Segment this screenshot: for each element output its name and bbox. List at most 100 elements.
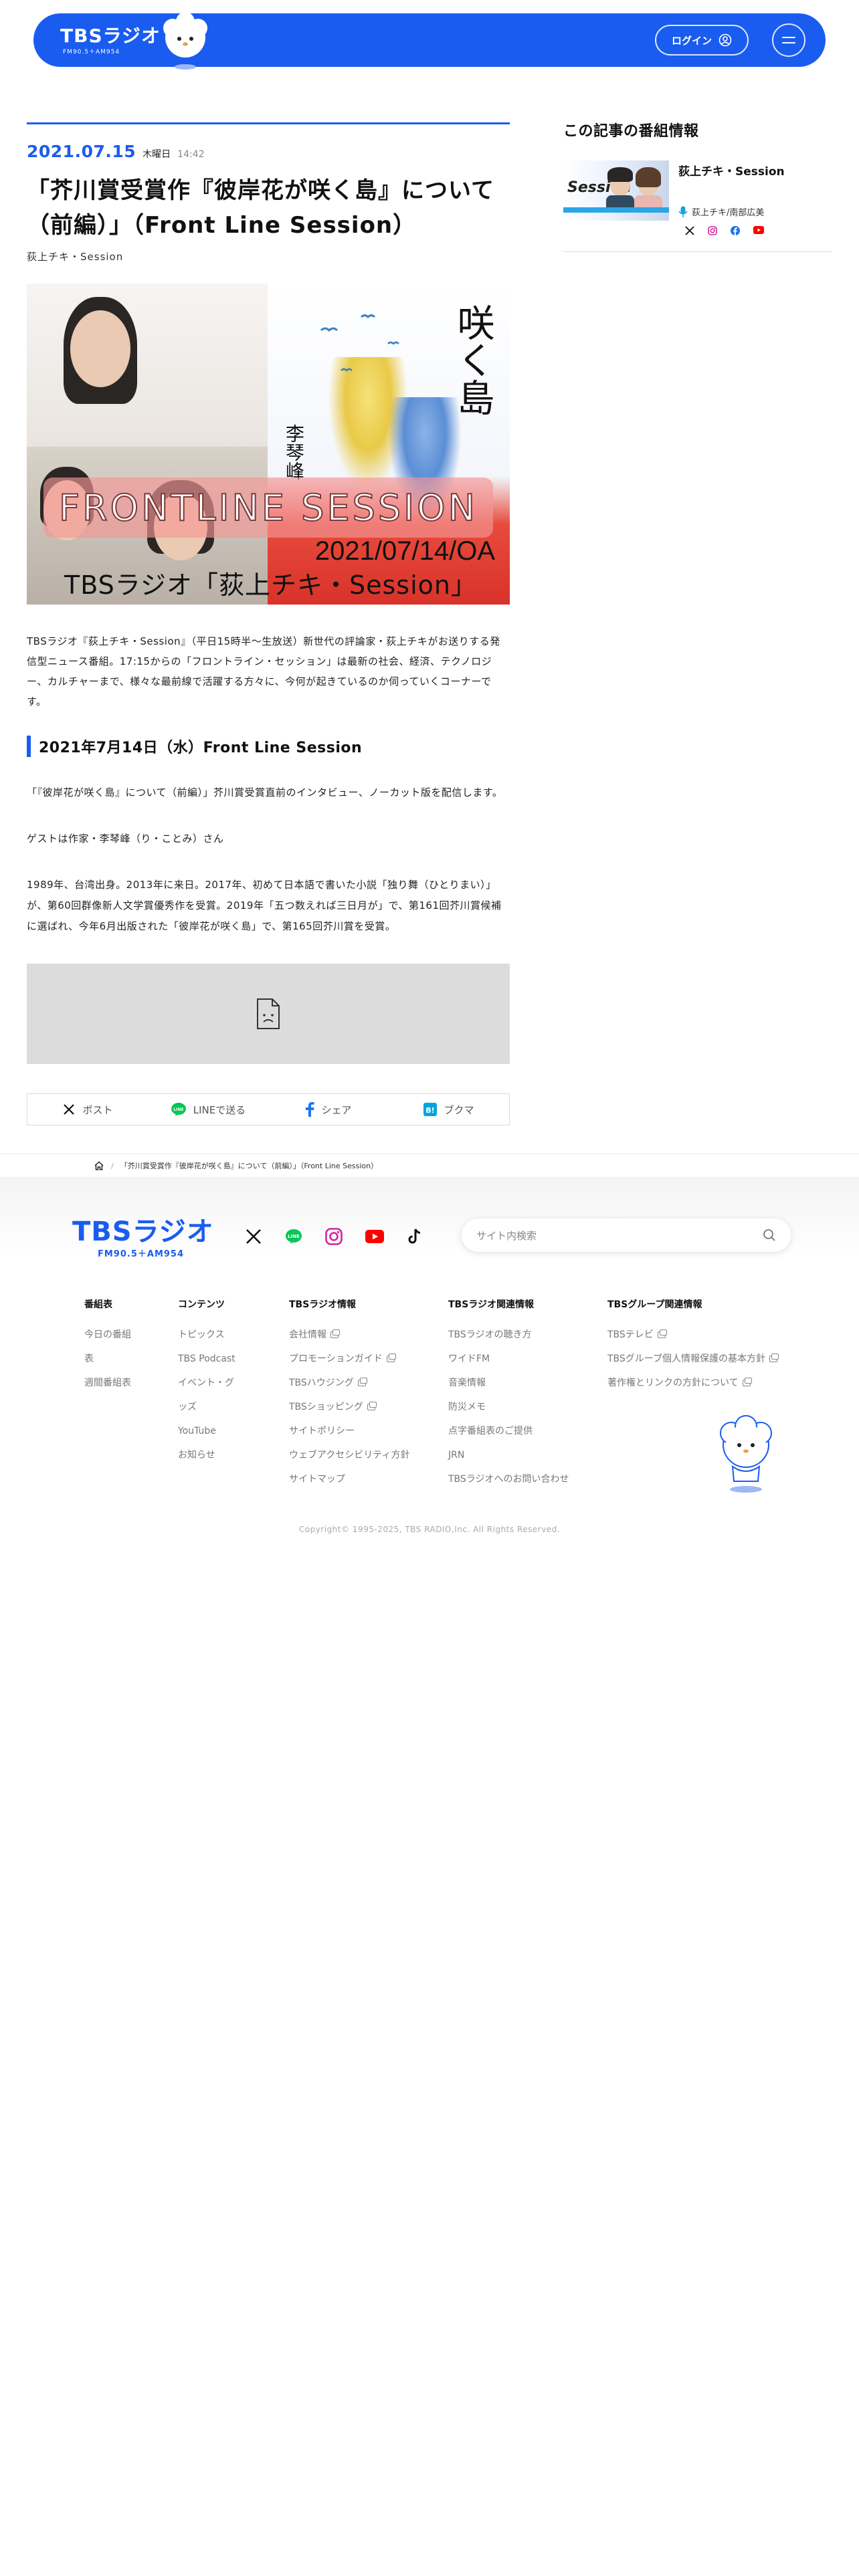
svg-text:B!: B! xyxy=(426,1106,435,1115)
sidebar: この記事の番組情報 Session 荻上チキ・Session 荻上チキ/南部広美 xyxy=(563,119,832,252)
footer-link[interactable]: お知らせ xyxy=(178,1443,240,1467)
footer-link[interactable]: 点字番組表のご提供 xyxy=(448,1419,607,1443)
site-footer: TBSラジオ FM90.5＋AM954 LINE サイト内検索 番組表 今日の番… xyxy=(0,1177,859,1551)
external-link-icon xyxy=(742,1378,752,1386)
article-paragraph: ゲストは作家・李琴峰（り・ことみ）さん xyxy=(27,833,224,845)
sidebar-divider xyxy=(563,251,832,252)
hero-image: 咲く島 李琴峰 FRONTLINE SESSION 2021/07/14/OA … xyxy=(27,284,510,605)
site-header: TBSラジオ FM90.5＋AM954 ログイン xyxy=(33,13,826,70)
logo-text: TBSラジオ xyxy=(60,25,161,47)
footer-link[interactable]: JRN xyxy=(448,1443,607,1467)
audio-embed-placeholder[interactable] xyxy=(27,964,510,1064)
footer-column-heading: TBSラジオ関連情報 xyxy=(448,1299,535,1310)
breadcrumb-separator: / xyxy=(111,1161,114,1170)
program-title[interactable]: 荻上チキ・Session xyxy=(678,162,832,179)
user-icon xyxy=(719,33,732,47)
section-heading: 2021年7月14日（水）Front Line Session xyxy=(27,736,510,757)
footer-social-links: LINE xyxy=(245,1228,423,1245)
footer-link[interactable]: TBSラジオの聴き方 xyxy=(448,1323,607,1347)
menu-line-icon xyxy=(782,42,795,43)
footer-column-schedule: 番組表 今日の番組表 週間番組表 xyxy=(84,1297,131,1491)
footer-link[interactable]: サイトマップ xyxy=(289,1467,448,1491)
footer-logo-text: TBSラジオ xyxy=(72,1216,214,1247)
footer-link[interactable]: TBSラジオへのお問い合わせ xyxy=(448,1467,607,1491)
share-bar: ポスト LINE LINEで送る シェア B! ブクマ xyxy=(27,1093,510,1125)
footer-link[interactable]: 著作権とリンクの方針について xyxy=(607,1371,795,1395)
article-title: 「芥川賞受賞作『彼岸花が咲く島』について（前編）」（Front Line Ses… xyxy=(27,177,494,239)
share-x-button[interactable]: ポスト xyxy=(27,1094,148,1125)
instagram-icon[interactable] xyxy=(325,1228,343,1245)
footer-link[interactable]: 防災メモ xyxy=(448,1395,607,1419)
footer-link[interactable]: TBS Podcast xyxy=(178,1347,240,1371)
footer-link[interactable]: ワイドFM xyxy=(448,1347,607,1371)
share-hatena-button[interactable]: B! ブクマ xyxy=(389,1094,509,1125)
program-hosts-text: 荻上チキ/南部広美 xyxy=(692,208,765,218)
microphone-icon xyxy=(678,206,688,217)
footer-link[interactable]: サイトポリシー xyxy=(289,1419,448,1443)
copyright: Copyright© 1995-2025, TBS RADIO,Inc. All… xyxy=(298,1525,561,1534)
article-paragraph: 「『彼岸花が咲く島』について（前編）」芥川賞受賞直前のインタビュー、ノーカット版… xyxy=(27,786,503,798)
svg-text:LINE: LINE xyxy=(288,1234,300,1239)
article-date: 2021.07.15 xyxy=(27,142,136,161)
footer-logo[interactable]: TBSラジオ FM90.5＋AM954 xyxy=(72,1217,214,1259)
footer-link[interactable]: プロモーションガイド xyxy=(289,1347,448,1371)
program-info: 荻上チキ・Session 荻上チキ/南部広美 xyxy=(678,160,832,235)
login-label: ログイン xyxy=(671,34,712,47)
footer-link[interactable]: 会社情報 xyxy=(289,1323,448,1347)
x-icon[interactable] xyxy=(685,226,694,235)
footer-link[interactable]: ウェブアクセシビリティ方針 xyxy=(289,1443,448,1467)
footer-link[interactable]: TBSハウジング xyxy=(289,1371,448,1395)
youtube-icon[interactable] xyxy=(365,1230,384,1243)
share-line-button[interactable]: LINE LINEで送る xyxy=(148,1094,268,1125)
youtube-icon[interactable] xyxy=(753,226,764,234)
program-card[interactable]: Session 荻上チキ・Session 荻上チキ/南部広美 xyxy=(563,160,832,235)
search-icon[interactable] xyxy=(763,1228,776,1242)
footer-link-columns: 番組表 今日の番組表 週間番組表 コンテンツ トピックス TBS Podcast… xyxy=(84,1297,795,1491)
footer-logo-frequency: FM90.5＋AM954 xyxy=(98,1249,185,1259)
home-icon[interactable] xyxy=(94,1160,104,1171)
hamburger-menu-button[interactable] xyxy=(772,23,805,57)
external-link-icon xyxy=(367,1402,377,1410)
line-icon[interactable]: LINE xyxy=(285,1228,302,1245)
section-heading-text: 2021年7月14日（水）Front Line Session xyxy=(39,740,363,756)
footer-column-contents: コンテンツ トピックス TBS Podcast イベント・グッズ YouTube… xyxy=(131,1297,240,1491)
facebook-icon xyxy=(306,1102,315,1117)
share-label: LINEで送る xyxy=(193,1103,246,1116)
x-icon[interactable] xyxy=(245,1228,262,1245)
menu-line-icon xyxy=(782,37,795,38)
article-program-link[interactable]: 荻上チキ・Session xyxy=(27,249,510,263)
facebook-icon[interactable] xyxy=(731,226,740,235)
footer-link[interactable]: 週間番組表 xyxy=(84,1371,131,1395)
program-social-links xyxy=(685,226,832,235)
footer-link[interactable]: 今日の番組表 xyxy=(84,1323,131,1371)
footer-link[interactable]: YouTube xyxy=(178,1419,240,1443)
program-hosts: 荻上チキ/南部広美 xyxy=(678,205,832,218)
login-button[interactable]: ログイン xyxy=(655,25,749,56)
footer-link[interactable]: TBSショッピング xyxy=(289,1395,448,1419)
breadcrumb-current: 「芥川賞受賞作『彼岸花が咲く島』について（前編）」（Front Line Ses… xyxy=(120,1162,379,1170)
article-time: 14:42 xyxy=(177,149,205,160)
program-thumbnail[interactable]: Session xyxy=(563,160,669,221)
footer-link[interactable]: TBSテレビ xyxy=(607,1323,795,1347)
instagram-icon[interactable] xyxy=(708,226,717,235)
footer-column-heading: 番組表 xyxy=(84,1299,112,1310)
footer-link[interactable]: TBSグループ個人情報保護の基本方針 xyxy=(607,1347,795,1371)
article-paragraph: 1989年、台湾出身。2013年に来日。2017年、初めて日本語で書いた小説「独… xyxy=(27,879,502,932)
breadcrumb: / 「芥川賞受賞作『彼岸花が咲く島』について（前編）」（Front Line S… xyxy=(0,1154,859,1177)
site-logo[interactable]: TBSラジオ FM90.5＋AM954 xyxy=(60,25,161,56)
site-search-input[interactable]: サイト内検索 xyxy=(462,1218,791,1252)
tiktok-icon[interactable] xyxy=(407,1228,423,1245)
heading-accent-bar xyxy=(27,736,31,757)
share-facebook-button[interactable]: シェア xyxy=(268,1094,389,1125)
external-link-icon xyxy=(357,1378,367,1386)
hero-book-title: 咲く島 xyxy=(451,304,494,416)
article-divider xyxy=(27,122,510,124)
footer-link[interactable]: トピックス xyxy=(178,1323,240,1347)
sidebar-heading: この記事の番組情報 xyxy=(563,123,699,140)
svg-text:LINE: LINE xyxy=(173,1107,183,1112)
line-icon: LINE xyxy=(171,1103,186,1116)
article-weekday: 木曜日 xyxy=(142,149,171,160)
footer-link[interactable]: 音楽情報 xyxy=(448,1371,607,1395)
guest-photo xyxy=(27,284,268,447)
footer-link[interactable]: イベント・グッズ xyxy=(178,1371,240,1419)
